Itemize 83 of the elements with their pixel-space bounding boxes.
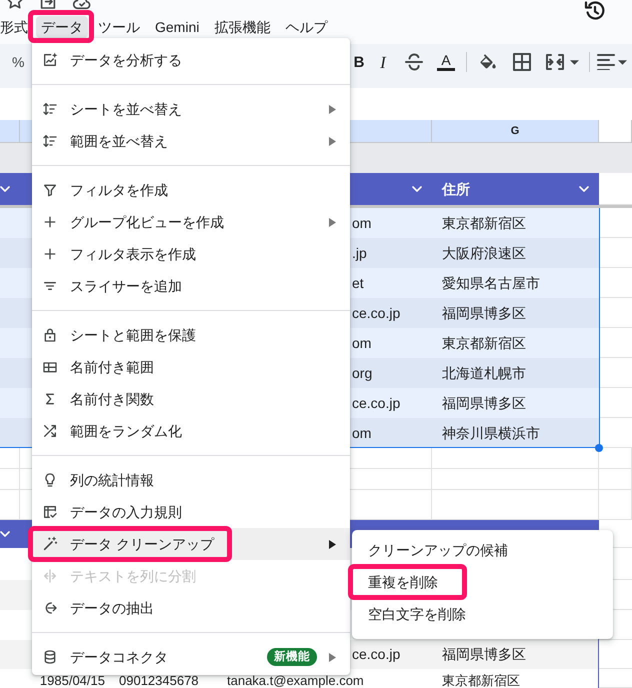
color-swatch-icon	[437, 68, 455, 71]
fill-handle[interactable]	[595, 444, 603, 452]
filter-icon	[42, 182, 58, 198]
menu-item[interactable]: シートと範囲を保護	[32, 319, 350, 351]
cell-text: 大阪府浪速区	[441, 244, 526, 262]
menu-bar-item[interactable]: ツール	[93, 16, 145, 38]
menu-bar-item[interactable]: ヘルプ	[280, 16, 332, 38]
table-cell	[599, 469, 632, 490]
star-icon[interactable]	[7, 0, 23, 9]
cell-text: om	[352, 334, 372, 352]
cell-text: et	[352, 274, 364, 292]
cell-text: ce.co.jp	[352, 394, 400, 412]
cell-text: 09012345678	[118, 675, 199, 687]
cell-text: 福岡県博多区	[441, 304, 526, 322]
cell-text: tanaka.t@example.com	[226, 675, 364, 687]
cell-text: om	[352, 424, 372, 442]
text-color-button[interactable]: A	[431, 50, 461, 74]
cloud-check-icon[interactable]	[73, 0, 91, 10]
chevron-down-icon[interactable]	[0, 186, 10, 192]
shuffle-icon	[42, 423, 58, 439]
caret-down-icon	[618, 60, 627, 64]
menu-item[interactable]: データを分析する	[32, 44, 350, 76]
menu-item[interactable]: フィルタ表示を作成	[32, 238, 350, 270]
plus-icon	[42, 246, 58, 262]
database-icon	[42, 649, 58, 665]
menu-item[interactable]: 名前付き関数	[32, 383, 350, 415]
menu-item[interactable]: 重複を削除	[352, 566, 613, 598]
sort-icon	[42, 101, 58, 117]
plus-icon	[42, 214, 58, 230]
menu-bar-item[interactable]: Gemini	[150, 16, 204, 38]
merge-icon	[545, 53, 565, 71]
box-arrow-icon[interactable]	[40, 0, 56, 10]
borders-icon[interactable]	[513, 53, 531, 71]
menu-item[interactable]: シートを並べ替え	[32, 93, 350, 125]
menu-item[interactable]: データの入力規則	[32, 496, 350, 528]
cell-text: 福岡県博多区	[441, 394, 526, 412]
menu-item[interactable]: データの抽出	[32, 592, 350, 624]
chevron-down-icon[interactable]	[579, 186, 589, 192]
new-badge: 新機能	[267, 648, 317, 666]
menu-item[interactable]: フィルタを作成	[32, 174, 350, 206]
italic-button[interactable]: I	[369, 50, 397, 74]
cell-text: .jp	[352, 244, 367, 262]
magic-wand-icon	[42, 536, 58, 552]
menu-item[interactable]: 列の統計情報	[32, 464, 350, 496]
lock-icon	[42, 327, 58, 343]
sort-icon	[42, 133, 58, 149]
cell-text: org	[352, 364, 372, 382]
bold-button[interactable]: B	[351, 50, 367, 74]
cell-text: 北海道札幌市	[441, 364, 526, 382]
cell-text: ce.co.jp	[352, 646, 400, 663]
menu-item[interactable]: スライサーを追加	[32, 270, 350, 302]
column-title: 住所	[440, 180, 470, 198]
cell-text: 東京都新宿区	[441, 334, 526, 352]
percent-button[interactable]: %	[6, 50, 30, 74]
chevron-down-icon[interactable]	[0, 531, 10, 537]
caret-down-icon	[570, 60, 579, 64]
table-check-icon	[42, 504, 58, 520]
menu-bar-item[interactable]: データ	[36, 16, 88, 38]
split-arrows-icon	[42, 568, 58, 584]
history-icon[interactable]	[584, 0, 606, 22]
cell-text: 愛知県名古屋市	[441, 274, 540, 292]
menu-item[interactable]: 範囲を並べ替え	[32, 125, 350, 157]
column-header[interactable]: G	[432, 120, 599, 143]
cell-text: 東京都新宿区	[441, 675, 520, 687]
menu-item[interactable]: データコネクタ 新機能	[32, 641, 350, 673]
cell-text: ce.co.jp	[352, 304, 400, 322]
menu-bar-item[interactable]: 拡張機能	[209, 16, 276, 38]
cell-text: 福岡県博多区	[441, 646, 526, 663]
menu-item[interactable]: クリーンアップの候補	[352, 534, 613, 566]
cell-text: 神奈川県横浜市	[441, 424, 540, 442]
menu-bar-item[interactable]: 形式	[0, 16, 31, 38]
menu-item[interactable]: 空白文字を削除	[352, 598, 613, 630]
cell-text: om	[352, 214, 372, 232]
chart-sparkle-icon	[42, 52, 58, 68]
strikethrough-icon[interactable]	[405, 53, 423, 71]
paint-bucket-icon[interactable]	[479, 53, 497, 71]
cell-text: 1985/04/15	[40, 675, 106, 687]
chevron-down-icon[interactable]	[412, 186, 422, 192]
menu-item[interactable]: 名前付き範囲	[32, 351, 350, 383]
cell-text: 東京都新宿区	[441, 214, 526, 232]
align-left-icon	[597, 54, 615, 70]
menu-item[interactable]: グループ化ビューを作成	[32, 206, 350, 238]
menu-item[interactable]: 範囲をランダム化	[32, 415, 350, 447]
